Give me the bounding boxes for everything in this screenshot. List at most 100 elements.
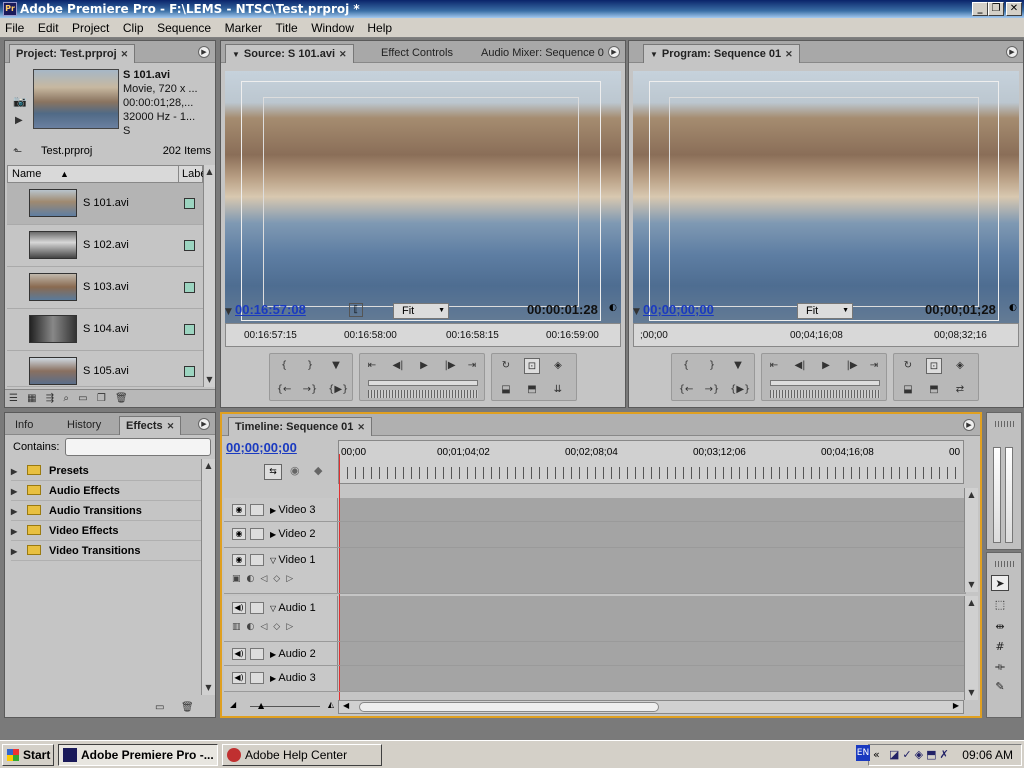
taskbar-help-center-button[interactable]: Adobe Help Center — [222, 744, 382, 766]
project-item-row[interactable]: S 104.avi — [7, 309, 203, 351]
list-view-icon[interactable]: ☰ — [9, 393, 21, 404]
set-marker-icon[interactable]: ▼ — [730, 358, 746, 374]
tab-info[interactable]: Info — [9, 416, 39, 435]
menu-clip[interactable]: Clip — [118, 18, 149, 38]
tab-close-icon[interactable]: ✕ — [167, 421, 175, 431]
track-body[interactable] — [340, 596, 966, 641]
new-bin-icon[interactable]: ▭ — [155, 702, 164, 713]
audio-tracks-scrollbar[interactable]: ▲ ▼ — [964, 596, 978, 700]
tab-source[interactable]: ▼ Source: S 101.avi ✕ — [225, 44, 354, 63]
menu-title[interactable]: Title — [270, 18, 302, 38]
program-time-ruler[interactable]: ;00;00 00;04;16;08 00;08;32;16 — [633, 323, 1019, 347]
menu-help[interactable]: Help — [362, 18, 397, 38]
tab-effect-controls[interactable]: Effect Controls — [375, 44, 459, 63]
zoom-slider-thumb[interactable]: ▲ — [258, 701, 264, 710]
panel-grip[interactable] — [995, 421, 1015, 427]
safe-margins-icon[interactable]: ⟦ — [349, 303, 363, 317]
start-button[interactable]: Start — [2, 744, 54, 766]
minimize-button[interactable]: _ — [972, 2, 988, 16]
zoom-out-icon[interactable]: ◢ — [230, 700, 236, 709]
lock-icon[interactable] — [250, 648, 264, 660]
menu-marker[interactable]: Marker — [220, 18, 267, 38]
track-body[interactable] — [340, 498, 966, 521]
play-in-out-icon[interactable]: {▶} — [730, 382, 750, 398]
effects-scrollbar[interactable]: ▲ ▼ — [201, 459, 215, 695]
project-item-row[interactable]: S 101.avi — [7, 183, 203, 225]
tab-effects[interactable]: Effects ✕ — [119, 416, 182, 435]
tab-close-icon[interactable]: ✕ — [357, 422, 365, 432]
label-color-swatch[interactable] — [184, 198, 195, 209]
trim-monitor-icon[interactable]: ⇄ — [952, 382, 968, 398]
menu-sequence[interactable]: Sequence — [152, 18, 216, 38]
goto-out-icon[interactable]: →} — [302, 382, 318, 398]
effects-folder-presets[interactable]: ▶ Presets — [11, 461, 205, 481]
rolling-edit-tool-icon[interactable]: # — [991, 639, 1009, 655]
dropdown-arrow-icon[interactable]: ▼ — [650, 50, 658, 59]
overlay-icon[interactable]: ⬒ — [524, 382, 540, 398]
step-forward-marker-icon[interactable]: ⇥ — [866, 358, 882, 374]
tab-history[interactable]: History — [61, 416, 107, 435]
tab-project[interactable]: Project: Test.prproj ✕ — [9, 44, 136, 63]
eye-icon[interactable]: ◉ — [232, 504, 246, 516]
expand-triangle-icon[interactable]: ▶ — [11, 502, 23, 522]
zoom-slider[interactable]: ◢ ▲ ◭ — [230, 700, 334, 712]
pen-tool-icon[interactable]: ✎ — [991, 679, 1009, 695]
restore-button[interactable]: ❐ — [988, 2, 1004, 16]
find-icon[interactable]: ⌕ — [63, 393, 72, 404]
video-tracks-scrollbar[interactable]: ▲ ▼ — [964, 488, 978, 592]
label-color-swatch[interactable] — [184, 240, 195, 251]
step-forward-marker-icon[interactable]: ⇥ — [464, 358, 480, 374]
expand-triangle-icon[interactable]: ▶ — [11, 542, 23, 562]
lock-icon[interactable] — [250, 554, 264, 566]
folder-up-icon[interactable]: ⬑ — [13, 145, 22, 158]
tab-audio-mixer[interactable]: Audio Mixer: Sequence 0 — [475, 44, 605, 63]
source-zoom-select[interactable]: Fit — [393, 303, 449, 319]
language-indicator[interactable]: EN — [856, 745, 870, 761]
column-name-header[interactable]: Name — [12, 166, 41, 182]
step-back-icon[interactable]: ◀| — [792, 358, 808, 374]
step-back-marker-icon[interactable]: ⇤ — [364, 358, 380, 374]
scroll-down-icon[interactable]: ▼ — [965, 686, 978, 700]
menu-window[interactable]: Window — [306, 18, 359, 38]
panel-menu-icon[interactable]: ▶ — [198, 46, 210, 58]
lock-icon[interactable] — [250, 528, 264, 540]
keyframe-controls[interactable]: ▣◐◁◇▷ — [232, 574, 299, 584]
shuttle-slider[interactable] — [770, 380, 880, 386]
expand-triangle-icon[interactable]: ▶ — [11, 462, 23, 482]
track-body[interactable] — [340, 548, 966, 593]
scroll-up-icon[interactable]: ▲ — [965, 488, 978, 502]
expand-triangle-icon[interactable]: ▶ — [11, 522, 23, 542]
loop-icon[interactable]: ↻ — [498, 358, 514, 374]
shuttle-slider[interactable] — [368, 380, 478, 386]
extract-icon[interactable]: ⬒ — [926, 382, 942, 398]
eye-icon[interactable]: ◉ — [232, 554, 246, 566]
scroll-up-icon[interactable]: ▲ — [965, 596, 978, 610]
lock-icon[interactable] — [250, 672, 264, 684]
safe-margins-toggle-icon[interactable]: ⊡ — [926, 358, 942, 374]
step-back-icon[interactable]: ◀| — [390, 358, 406, 374]
mark-out-icon[interactable]: } — [302, 358, 318, 374]
goto-in-icon[interactable]: {← — [678, 382, 694, 398]
clock[interactable]: 09:06 AM — [962, 748, 1013, 762]
menu-project[interactable]: Project — [67, 18, 114, 38]
play-icon[interactable]: ▶ — [416, 358, 432, 374]
panel-menu-icon[interactable]: ▶ — [608, 46, 620, 58]
project-item-row[interactable]: S 105.avi — [7, 351, 203, 387]
effects-folder-audio-transitions[interactable]: ▶ Audio Transitions — [11, 501, 205, 521]
project-item-row[interactable]: S 103.avi — [7, 267, 203, 309]
tray-icons[interactable]: ◪✓◈⬒✗ — [889, 748, 952, 761]
tab-close-icon[interactable]: ✕ — [339, 49, 347, 59]
expand-triangle-icon[interactable]: ▶ — [11, 482, 23, 502]
taskbar-premiere-button[interactable]: Adobe Premiere Pro -... — [58, 744, 218, 766]
lift-icon[interactable]: ⬓ — [900, 382, 916, 398]
output-icon[interactable]: ◈ — [952, 358, 968, 374]
scroll-down-icon[interactable]: ▼ — [202, 681, 215, 695]
panel-menu-icon[interactable]: ▶ — [198, 418, 210, 430]
set-marker-icon[interactable]: ▼ — [328, 358, 344, 374]
source-time-ruler[interactable]: 00:16:57:15 00:16:58:00 00:16:58:15 00:1… — [225, 323, 621, 347]
scroll-down-icon[interactable]: ▼ — [965, 578, 978, 592]
tab-close-icon[interactable]: ✕ — [121, 49, 129, 59]
keyframe-controls[interactable]: ▥◐◁◇▷ — [232, 622, 299, 632]
dropdown-arrow-icon[interactable]: ▼ — [232, 50, 240, 59]
lock-icon[interactable] — [250, 504, 264, 516]
